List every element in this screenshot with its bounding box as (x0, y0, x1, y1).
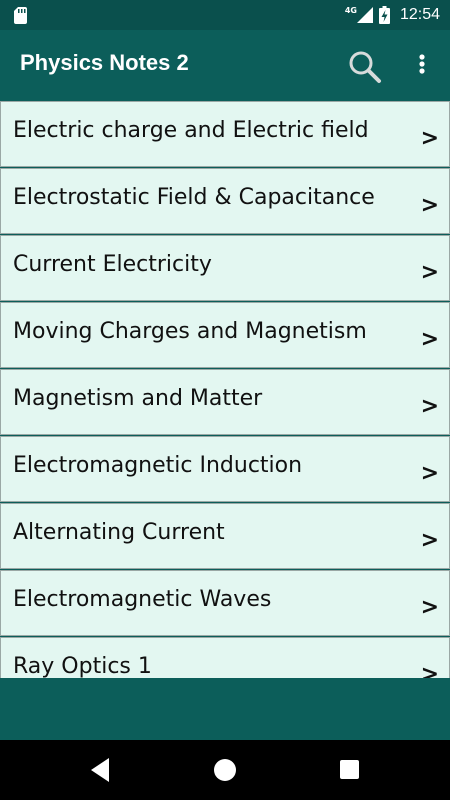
topic-row-electrostatic-field[interactable]: Electrostatic Field & Capacitance > (0, 168, 450, 234)
network-type-label: 4G (344, 5, 357, 15)
chevron-right-icon: > (420, 394, 439, 419)
topic-list[interactable]: Electric charge and Electric field > Ele… (0, 100, 450, 678)
topic-label: Electromagnetic Induction (13, 453, 303, 478)
topic-row-em-induction[interactable]: Electromagnetic Induction > (0, 436, 450, 502)
bottom-banner-area (0, 678, 450, 740)
signal-icon (356, 7, 373, 23)
topic-label: Electrostatic Field & Capacitance (13, 185, 375, 210)
more-vert-icon[interactable] (410, 50, 434, 80)
chevron-right-icon: > (420, 260, 439, 285)
topic-row-ray-optics[interactable]: Ray Optics 1 > (0, 637, 450, 678)
topic-label: Moving Charges and Magnetism (13, 319, 367, 344)
search-icon[interactable] (348, 50, 382, 84)
chevron-right-icon: > (420, 528, 439, 553)
topic-label: Electric charge and Electric field (13, 118, 369, 143)
topic-row-alternating-current[interactable]: Alternating Current > (0, 503, 450, 569)
status-clock: 12:54 (399, 6, 440, 23)
topic-row-current-electricity[interactable]: Current Electricity > (0, 235, 450, 301)
status-indicators: 4G 12:54 (345, 0, 440, 30)
status-bar: 4G 12:54 (0, 0, 450, 30)
back-icon[interactable] (89, 757, 111, 783)
battery-charging-icon (378, 6, 390, 24)
topic-row-magnetism-matter[interactable]: Magnetism and Matter > (0, 369, 450, 435)
app-toolbar: Physics Notes 2 (0, 30, 450, 100)
topic-label: Magnetism and Matter (13, 386, 263, 411)
chevron-right-icon: > (420, 461, 439, 486)
topic-label: Ray Optics 1 (13, 654, 152, 678)
topic-row-moving-charges[interactable]: Moving Charges and Magnetism > (0, 302, 450, 368)
chevron-right-icon: > (420, 193, 439, 218)
sd-card-icon (14, 7, 27, 24)
chevron-right-icon: > (420, 126, 439, 151)
home-icon[interactable] (214, 759, 236, 781)
app-title: Physics Notes 2 (20, 50, 189, 75)
chevron-right-icon: > (420, 327, 439, 352)
chevron-right-icon: > (420, 662, 439, 678)
system-nav-bar (0, 740, 450, 800)
topic-label: Electromagnetic Waves (13, 587, 272, 612)
topic-label: Current Electricity (13, 252, 212, 277)
topic-label: Alternating Current (13, 520, 225, 545)
chevron-right-icon: > (420, 595, 439, 620)
topic-row-electric-charge[interactable]: Electric charge and Electric field > (0, 101, 450, 167)
recents-icon[interactable] (340, 760, 359, 779)
topic-row-em-waves[interactable]: Electromagnetic Waves > (0, 570, 450, 636)
app-screen: 4G 12:54 Physics Notes 2 Electric charge (0, 0, 450, 800)
